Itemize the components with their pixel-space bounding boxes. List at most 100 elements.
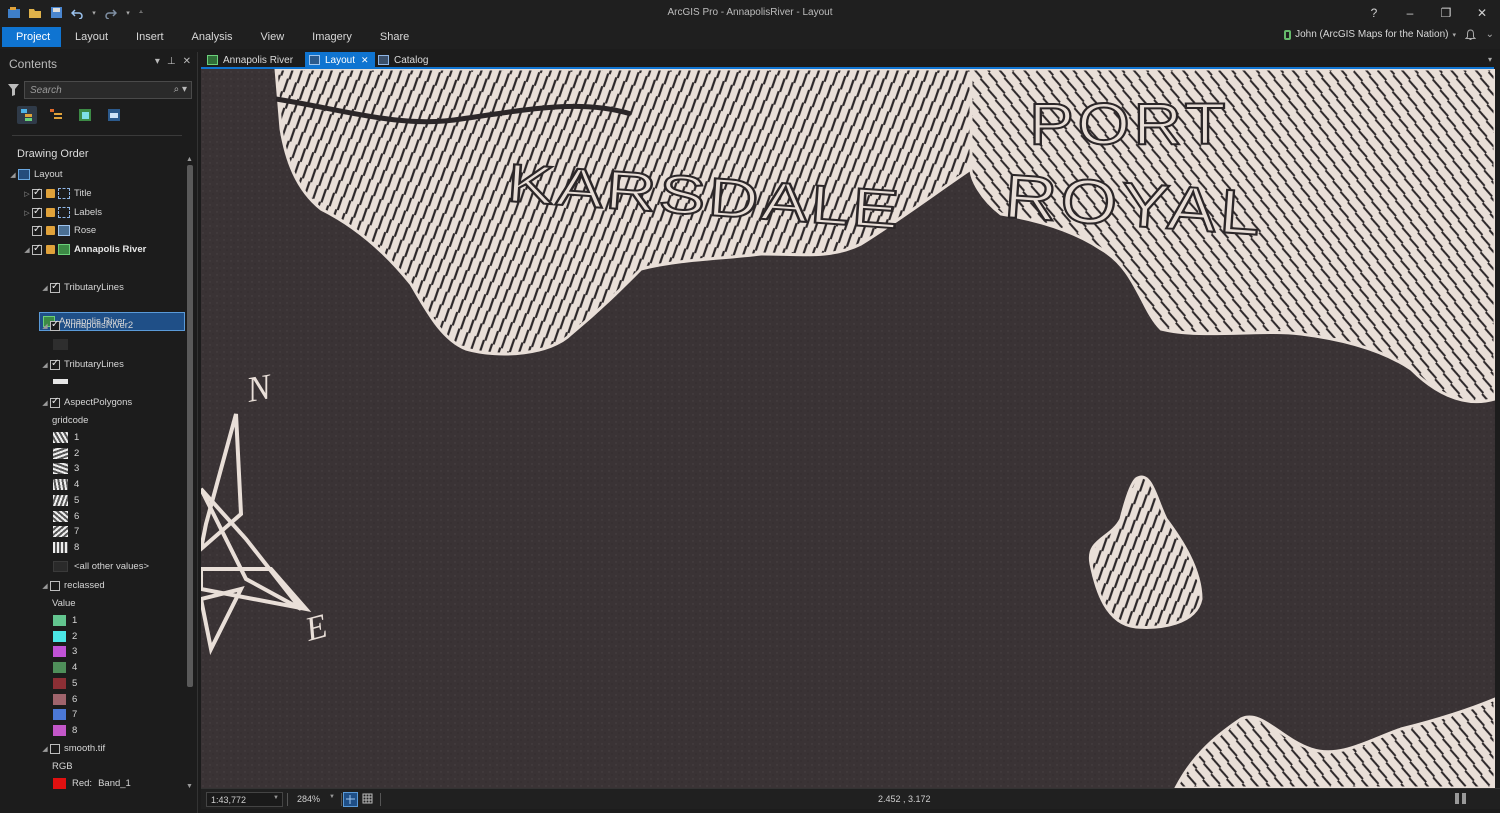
tree-row-annapolis-map[interactable]: ◢ Annapolis River [22, 241, 146, 258]
filter-icon[interactable] [8, 84, 19, 96]
tree-row-smooth[interactable]: ◢ smooth.tif [40, 740, 105, 757]
close-tab-icon[interactable]: ✕ [361, 55, 369, 66]
lock-icon[interactable] [46, 189, 55, 198]
redo-dropdown-icon[interactable]: ▾ [124, 5, 132, 20]
scroll-up-icon[interactable]: ▲ [186, 156, 193, 163]
snapping-button[interactable] [343, 792, 358, 807]
tab-share[interactable]: Share [366, 27, 423, 47]
collapse-icon[interactable]: ◢ [40, 399, 50, 407]
reclassed-legend-item[interactable]: 4 [53, 659, 77, 676]
visibility-checkbox[interactable] [50, 358, 60, 370]
red-band-row[interactable]: Red: Band_1 [53, 775, 131, 792]
aspect-legend-item[interactable]: 2 [53, 445, 79, 462]
contents-scrollbar[interactable] [187, 165, 193, 687]
search-input[interactable]: Search ⌕ ▾ [24, 81, 192, 99]
pane-close-icon[interactable]: ✕ [183, 56, 191, 67]
tree-row-annapolis2[interactable]: ◢ AnnapolisRiver2 [40, 317, 133, 334]
visibility-checkbox[interactable] [32, 206, 42, 218]
tab-project[interactable]: Project [2, 27, 61, 47]
visibility-checkbox[interactable] [50, 396, 60, 408]
tab-catalog[interactable]: Catalog [374, 52, 434, 68]
expand-icon[interactable]: ▷ [22, 209, 32, 217]
tree-row-tributary-2[interactable]: ◢ TributaryLines [40, 356, 124, 373]
lock-icon[interactable] [46, 245, 55, 254]
collapse-icon[interactable]: ◢ [40, 745, 50, 753]
restore-button[interactable]: ❐ [1428, 0, 1464, 25]
tree-row-aspect[interactable]: ◢ AspectPolygons [40, 394, 132, 411]
tree-row-rose[interactable]: Rose [32, 222, 96, 239]
aspect-legend-item[interactable]: 7 [53, 523, 79, 540]
aspect-legend-item[interactable]: 6 [53, 508, 79, 525]
line-symbol-swatch[interactable] [53, 379, 68, 384]
aspect-legend-item[interactable]: 8 [53, 539, 79, 556]
aspect-legend-item[interactable]: 4 [53, 476, 79, 493]
project-icon[interactable] [6, 5, 22, 20]
grid-button[interactable] [361, 792, 376, 807]
aspect-legend-item[interactable]: 3 [53, 460, 79, 477]
tab-layout[interactable]: Layout [61, 27, 122, 47]
collapse-icon[interactable]: ◢ [40, 322, 50, 330]
visibility-checkbox[interactable] [50, 580, 60, 591]
undo-dropdown-icon[interactable]: ▾ [90, 5, 98, 20]
lock-icon[interactable] [46, 208, 55, 217]
list-by-data-source-button[interactable] [46, 106, 66, 124]
user-account[interactable]: John (ArcGIS Maps for the Nation) ▾ [1284, 29, 1456, 40]
tab-imagery[interactable]: Imagery [298, 27, 366, 47]
tab-annapolis-river[interactable]: Annapolis River [203, 52, 299, 68]
customize-toolbar-icon[interactable]: ⩡ [137, 5, 145, 20]
list-by-labeling-button[interactable] [104, 106, 124, 124]
visibility-checkbox[interactable] [32, 187, 42, 199]
map-canvas[interactable]: N E KARSDALE PORT ROYAL [201, 69, 1495, 788]
scale-dropdown[interactable]: 1:43,772 ▼ [206, 792, 283, 807]
pin-icon[interactable]: ⊥ [167, 56, 176, 67]
expand-icon[interactable]: ▷ [22, 190, 32, 198]
collapse-icon[interactable]: ◢ [40, 582, 50, 590]
reclassed-legend-item[interactable]: 7 [53, 706, 77, 723]
pause-drawing-button[interactable] [1455, 793, 1466, 804]
all-other-values-row[interactable]: <all other values> [53, 558, 149, 575]
minimize-button[interactable]: – [1392, 0, 1428, 25]
tree-row-title[interactable]: ▷ Title [22, 185, 92, 202]
reclassed-legend-item[interactable]: 8 [53, 722, 77, 739]
reclassed-legend-item[interactable]: 1 [53, 612, 77, 629]
save-icon[interactable] [48, 5, 64, 20]
reclassed-legend-item[interactable]: 3 [53, 643, 77, 660]
open-folder-icon[interactable] [27, 5, 43, 20]
visibility-checkbox[interactable] [50, 281, 60, 293]
notification-bell-icon[interactable] [1464, 29, 1477, 44]
tab-list-dropdown-icon[interactable]: ▾ [1488, 55, 1492, 64]
collapse-icon[interactable]: ◢ [8, 171, 18, 179]
tab-view[interactable]: View [247, 27, 299, 47]
list-by-drawing-order-button[interactable] [17, 106, 37, 124]
tab-analysis[interactable]: Analysis [178, 27, 247, 47]
collapse-icon[interactable]: ◢ [22, 246, 32, 254]
tree-row-tributary-1[interactable]: ◢ TributaryLines [40, 279, 124, 296]
collapse-icon[interactable]: ◢ [40, 361, 50, 369]
pane-menu-icon[interactable]: ▾ [155, 56, 160, 67]
reclassed-legend-item[interactable]: 5 [53, 675, 77, 692]
aspect-legend-item[interactable]: 5 [53, 492, 79, 509]
tree-row-labels[interactable]: ▷ Labels [22, 204, 102, 221]
aspect-legend-item[interactable]: 1 [53, 429, 79, 446]
reclassed-legend-item[interactable]: 2 [53, 628, 77, 645]
search-icon[interactable]: ⌕ ▾ [174, 84, 187, 95]
redo-icon[interactable] [103, 5, 119, 20]
collapse-icon[interactable]: ◢ [40, 284, 50, 292]
undo-icon[interactable] [69, 5, 85, 20]
tab-insert[interactable]: Insert [122, 27, 178, 47]
visibility-checkbox[interactable] [32, 224, 42, 236]
zoom-dropdown[interactable]: 284% ▼ [293, 792, 338, 807]
tree-row-reclassed[interactable]: ◢ reclassed [40, 577, 104, 594]
polygon-symbol-swatch[interactable] [53, 339, 68, 350]
visibility-checkbox[interactable] [50, 319, 60, 331]
tree-row-layout[interactable]: ◢ Layout [8, 166, 63, 183]
reclassed-legend-item[interactable]: 6 [53, 691, 77, 708]
list-by-selection-button[interactable] [75, 106, 95, 124]
help-button[interactable]: ? [1356, 0, 1392, 25]
visibility-checkbox[interactable] [50, 743, 60, 754]
tab-layout-doc[interactable]: Layout ✕ [305, 52, 375, 68]
close-button[interactable]: ✕ [1464, 0, 1500, 25]
visibility-checkbox[interactable] [32, 243, 42, 255]
ribbon-options-icon[interactable]: ⌄ [1486, 29, 1494, 40]
lock-icon[interactable] [46, 226, 55, 235]
